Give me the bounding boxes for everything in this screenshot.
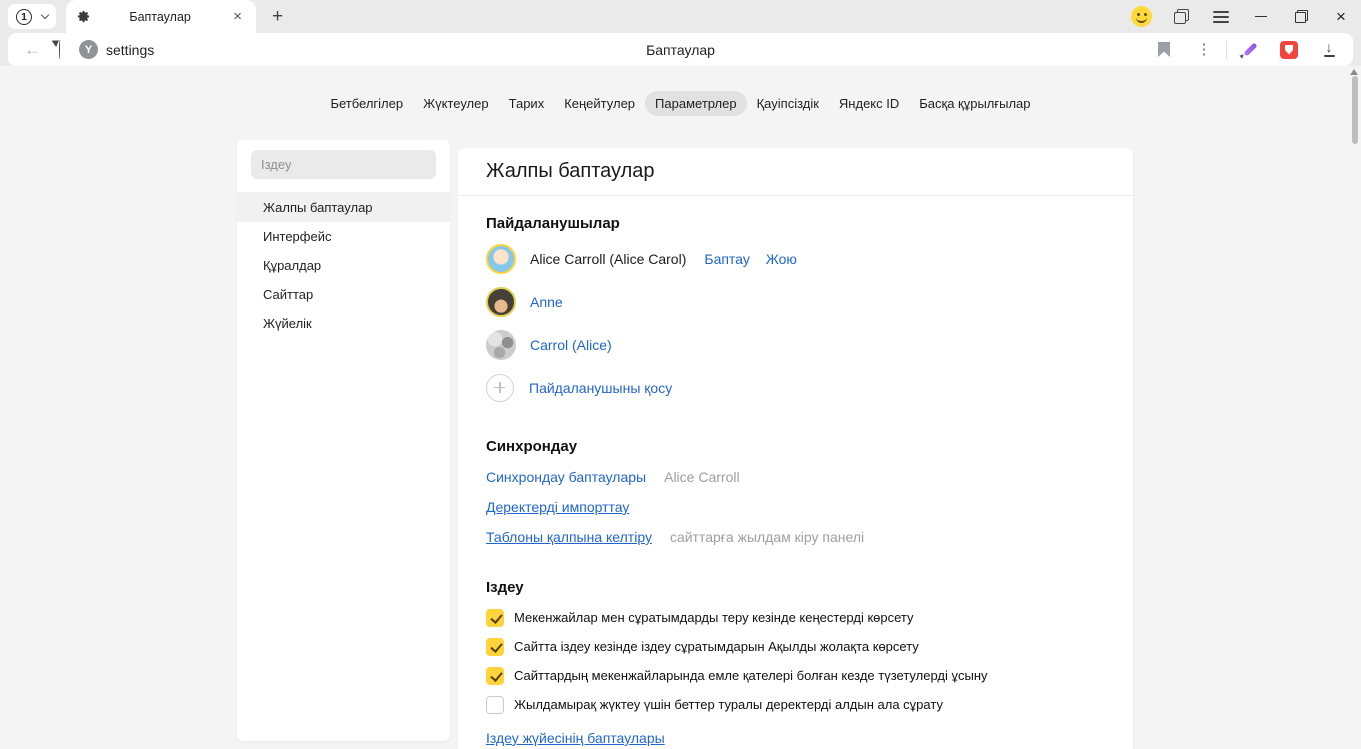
sidebar-item-general[interactable]: Жалпы баптаулар	[237, 193, 450, 222]
settings-main-panel: Жалпы баптаулар Пайдаланушылар Alice Car…	[458, 148, 1133, 749]
site-favicon: Y	[79, 40, 98, 59]
tab-count-badge: 1	[16, 9, 32, 25]
user-configure-link[interactable]: Баптау	[704, 251, 749, 267]
hamburger-icon	[1213, 16, 1229, 18]
user-row: Carrol (Alice)	[486, 323, 1105, 366]
checkbox-row[interactable]: Сайтта іздеу кезінде іздеу сұратымдарын …	[486, 632, 1105, 661]
tab-list-button[interactable]: 1	[8, 4, 56, 29]
topnav-history[interactable]: Тарих	[499, 91, 555, 116]
tab-bar: 1 Баптаулар × + ×	[0, 0, 1361, 33]
sync-row: Таблоны қалпына келтіру сайттарға жылдам…	[486, 522, 1105, 552]
kebab-dots-icon: ⋮	[1197, 42, 1212, 57]
main-panel-title: Жалпы баптаулар	[458, 148, 1133, 196]
bookmark-icon	[1158, 42, 1170, 57]
sidebar-item-tools[interactable]: Құралдар	[237, 251, 450, 280]
search-engine-settings-link[interactable]: Іздеу жүйесінің баптаулары	[486, 730, 665, 746]
windows-stack-icon	[1174, 9, 1189, 24]
user-name-link[interactable]: Anne	[530, 294, 563, 310]
checkbox[interactable]	[486, 667, 504, 685]
settings-search-input[interactable]	[251, 150, 436, 179]
more-actions-button[interactable]: ⋮	[1184, 33, 1224, 66]
smiley-avatar-icon	[1131, 6, 1152, 27]
chevron-down-icon[interactable]	[41, 11, 49, 19]
user-name-link[interactable]: Carrol (Alice)	[530, 337, 612, 353]
topnav-yandex-id[interactable]: Яндекс ID	[829, 91, 909, 116]
restore-icon	[1295, 10, 1308, 23]
topnav-bookmarks[interactable]: Бетбелгілер	[320, 91, 413, 116]
checkbox-row[interactable]: Сайттардың мекенжайларында емле қателері…	[486, 661, 1105, 690]
user-delete-link[interactable]: Жою	[766, 251, 797, 267]
topnav-settings[interactable]: Параметрлер	[645, 91, 747, 116]
downloads-button[interactable]: ↓	[1309, 33, 1349, 66]
tab-close-icon[interactable]: ×	[229, 7, 246, 26]
url-text: settings	[106, 42, 154, 58]
user-avatar	[486, 244, 516, 274]
sync-settings-note: Alice Carroll	[664, 469, 739, 485]
search-section-title: Іздеу	[486, 579, 1105, 596]
checkbox[interactable]	[486, 609, 504, 627]
pen-icon	[1240, 41, 1258, 59]
sync-section-title: Синхрондау	[486, 438, 1105, 455]
plus-circle-icon	[486, 374, 514, 402]
alice-pen-button[interactable]	[1229, 33, 1269, 66]
tab-title: Баптаулар	[97, 10, 223, 24]
user-row: Anne	[486, 280, 1105, 323]
refresh-icon	[59, 40, 61, 59]
main-menu-button[interactable]	[1201, 0, 1241, 33]
settings-sidebar: Жалпы баптаулар Интерфейс Құралдар Сайтт…	[237, 140, 450, 741]
user-avatar	[486, 287, 516, 317]
sidebar-item-sites[interactable]: Сайттар	[237, 280, 450, 309]
user-row: Alice Carroll (Alice Carol) Баптау Жою	[486, 237, 1105, 280]
topnav-extensions[interactable]: Кеңейтулер	[554, 91, 645, 116]
restore-tableau-note: сайттарға жылдам кіру панелі	[670, 529, 864, 545]
back-button[interactable]: ←	[24, 41, 41, 58]
sync-row: Деректерді импорттау	[486, 492, 1105, 522]
add-user-link[interactable]: Пайдаланушыны қосу	[529, 380, 672, 396]
sync-row: Синхрондау баптаулары Alice Carroll	[486, 462, 1105, 492]
window-close-button[interactable]: ×	[1321, 0, 1361, 33]
topnav-other-devices[interactable]: Басқа құрылғылар	[909, 91, 1040, 116]
user-avatar	[486, 330, 516, 360]
settings-page: Бетбелгілер Жүктеулер Тарих Кеңейтулер П…	[0, 66, 1361, 749]
address-bar: ← Y settings Баптаулар ⋮ ↓	[0, 33, 1361, 66]
scrollbar-thumb[interactable]	[1352, 76, 1358, 144]
checkbox-label: Сайттардың мекенжайларында емле қателері…	[514, 668, 988, 683]
browser-tab-settings[interactable]: Баптаулар ×	[66, 0, 256, 33]
settings-gear-icon	[76, 9, 91, 24]
restore-tableau-link[interactable]: Таблоны қалпына келтіру	[486, 529, 652, 545]
profile-avatar-button[interactable]	[1121, 0, 1161, 33]
minimize-icon	[1255, 16, 1267, 18]
window-restore-button[interactable]	[1281, 0, 1321, 33]
checkbox-label: Мекенжайлар мен сұратымдарды теру кезінд…	[514, 610, 914, 625]
checkbox[interactable]	[486, 696, 504, 714]
users-section-title: Пайдаланушылар	[486, 215, 1105, 232]
adblock-button[interactable]	[1269, 33, 1309, 66]
checkbox-label: Сайтта іздеу кезінде іздеу сұратымдарын …	[514, 639, 919, 654]
bookmark-button[interactable]	[1144, 33, 1184, 66]
url-field[interactable]: Y settings	[79, 40, 154, 59]
import-data-link[interactable]: Деректерді импорттау	[486, 499, 629, 515]
topnav-downloads[interactable]: Жүктеулер	[413, 91, 499, 116]
checkbox-row[interactable]: Жылдамырақ жүктеу үшін беттер туралы дер…	[486, 690, 1105, 719]
tab-panel-button[interactable]	[1161, 0, 1201, 33]
checkbox-row[interactable]: Мекенжайлар мен сұратымдарды теру кезінд…	[486, 603, 1105, 632]
window-minimize-button[interactable]	[1241, 0, 1281, 33]
checkbox[interactable]	[486, 638, 504, 656]
titlebar-actions: ×	[1121, 0, 1361, 33]
user-name: Alice Carroll (Alice Carol)	[530, 251, 686, 267]
close-icon: ×	[1336, 8, 1346, 25]
sidebar-item-system[interactable]: Жүйелік	[237, 309, 450, 338]
settings-top-nav: Бетбелгілер Жүктеулер Тарих Кеңейтулер П…	[0, 66, 1361, 116]
scrollbar-up-arrow[interactable]	[1350, 69, 1358, 75]
sidebar-item-interface[interactable]: Интерфейс	[237, 222, 450, 251]
adblock-shield-icon	[1280, 41, 1298, 59]
refresh-button[interactable]	[59, 41, 61, 59]
add-user-row: Пайдаланушыны қосу	[486, 366, 1105, 409]
topnav-security[interactable]: Қауіпсіздік	[747, 91, 829, 116]
toolbar-divider	[1226, 41, 1227, 59]
sync-settings-link[interactable]: Синхрондау баптаулары	[486, 469, 646, 485]
checkbox-label: Жылдамырақ жүктеу үшін беттер туралы дер…	[514, 697, 943, 712]
new-tab-button[interactable]: +	[266, 6, 289, 28]
download-icon: ↓	[1324, 42, 1335, 57]
